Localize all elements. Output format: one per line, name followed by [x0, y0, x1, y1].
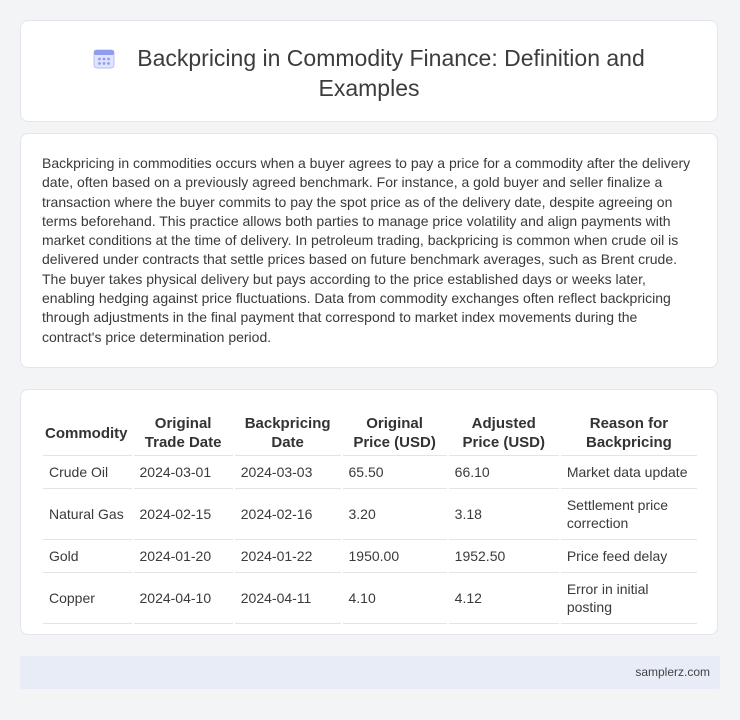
- table-row: Copper 2024-04-10 2024-04-11 4.10 4.12 E…: [43, 572, 697, 624]
- page-title-wrap: Backpricing in Commodity Finance: Defini…: [61, 43, 677, 103]
- table-row: Gold 2024-01-20 2024-01-22 1950.00 1952.…: [43, 539, 697, 573]
- cell-commodity: Natural Gas: [43, 488, 133, 540]
- cell-reason: Settlement price correction: [558, 488, 697, 540]
- table-row: Natural Gas 2024-02-15 2024-02-16 3.20 3…: [43, 488, 697, 540]
- description-text: Backpricing in commodities occurs when a…: [42, 155, 691, 345]
- cell-original-price: 4.10: [340, 572, 448, 624]
- cell-original-trade-date: 2024-03-01: [131, 455, 234, 489]
- table-row: Crude Oil 2024-03-01 2024-03-03 65.50 66…: [43, 455, 697, 489]
- header-original-trade-date: Original Trade Date: [131, 412, 234, 456]
- cell-original-price: 65.50: [340, 455, 448, 489]
- backpricing-table: Commodity Original Trade Date Backpricin…: [43, 412, 697, 624]
- footer: samplerz.com: [20, 656, 720, 689]
- cell-backpricing-date: 2024-03-03: [232, 455, 342, 489]
- cell-backpricing-date: 2024-01-22: [232, 539, 342, 573]
- cell-backpricing-date: 2024-02-16: [232, 488, 342, 540]
- cell-adjusted-price: 66.10: [446, 455, 560, 489]
- cell-original-price: 3.20: [340, 488, 448, 540]
- footer-site-link[interactable]: samplerz.com: [635, 665, 710, 679]
- cell-commodity: Gold: [43, 539, 133, 573]
- cell-reason: Price feed delay: [558, 539, 697, 573]
- header-commodity: Commodity: [45, 424, 128, 442]
- header-adjusted-price: Adjusted Price (USD): [446, 412, 560, 456]
- table-card: Commodity Original Trade Date Backpricin…: [20, 389, 718, 635]
- cell-adjusted-price: 3.18: [446, 488, 560, 540]
- calendar-icon: [93, 49, 115, 69]
- cell-reason: Error in initial posting: [558, 572, 697, 624]
- cell-backpricing-date: 2024-04-11: [232, 572, 342, 624]
- cell-original-trade-date: 2024-02-15: [131, 488, 234, 540]
- cell-commodity: Copper: [43, 572, 133, 624]
- cell-adjusted-price: 4.12: [446, 572, 560, 624]
- cell-commodity: Crude Oil: [43, 455, 133, 489]
- cell-original-trade-date: 2024-04-10: [131, 572, 234, 624]
- header-original-price: Original Price (USD): [340, 412, 448, 456]
- cell-reason: Market data update: [558, 455, 697, 489]
- cell-adjusted-price: 1952.50: [446, 539, 560, 573]
- cell-original-price: 1950.00: [340, 539, 448, 573]
- cell-original-trade-date: 2024-01-20: [131, 539, 234, 573]
- header-backpricing-date: Backpricing Date: [232, 412, 342, 456]
- page-title: Backpricing in Commodity Finance: Defini…: [137, 45, 645, 101]
- table-header-row: Commodity Original Trade Date Backpricin…: [43, 412, 697, 456]
- title-card: Backpricing in Commodity Finance: Defini…: [20, 20, 718, 122]
- header-reason: Reason for Backpricing: [558, 412, 697, 456]
- description-card: Backpricing in commodities occurs when a…: [20, 133, 718, 368]
